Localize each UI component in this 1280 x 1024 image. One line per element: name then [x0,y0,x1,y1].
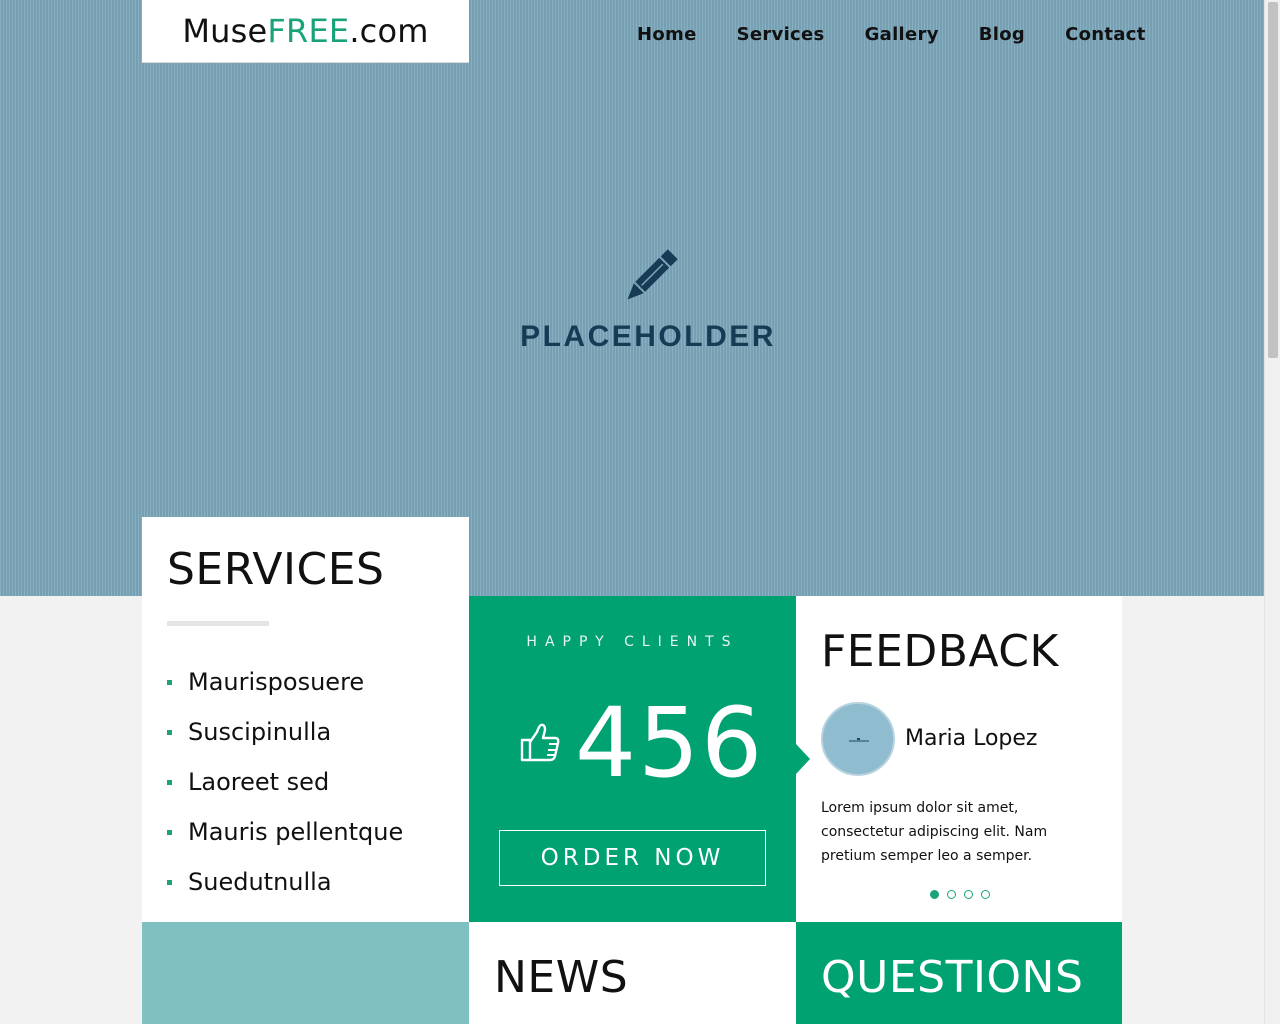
reviewer-name: Maria Lopez [905,726,1038,751]
hero-placeholder: PLACEHOLDER [520,246,776,366]
mini-pencil-icon [849,738,869,742]
service-item[interactable]: Suedutnulla [167,857,403,907]
placeholder-text: PLACEHOLDER [520,320,776,353]
feedback-title: FEEDBACK [821,626,1059,677]
bullet-icon [167,729,172,735]
order-now-button[interactable]: ORDER NOW [499,830,766,886]
service-label: Maurisposuere [188,668,365,696]
news-title: NEWS [494,952,629,1003]
scrollbar-thumb[interactable] [1268,2,1278,358]
service-label: Suscipinulla [188,718,332,746]
image-block [142,922,469,1024]
services-title: SERVICES [167,544,385,595]
logo-accent: FREE [267,12,350,50]
feedback-panel: FEEDBACK Maria Lopez Lorem ipsum dolor s… [796,596,1122,922]
panel-arrow [796,744,810,774]
site-logo[interactable]: Muse FREE .com [142,0,469,63]
pencil-icon [627,249,678,300]
carousel-dots [930,890,998,899]
service-item[interactable]: Mauris pellentque [167,807,403,857]
bullet-icon [167,679,172,685]
nav-services[interactable]: Services [737,22,825,48]
nav-contact[interactable]: Contact [1065,22,1146,48]
services-list: Maurisposuere Suscipinulla Laoreet sed M… [167,657,403,907]
service-item[interactable]: Maurisposuere [167,657,403,707]
services-panel: SERVICES Maurisposuere Suscipinulla Laor… [142,517,469,922]
avatar [821,702,895,776]
main-nav: Home Services Gallery Blog Contact [637,22,1146,48]
bullet-icon [167,879,172,885]
bullet-icon [167,779,172,785]
service-label: Mauris pellentque [188,818,404,846]
nav-home[interactable]: Home [637,22,697,48]
happy-clients-panel: HAPPY CLIENTS 456 ORDER NOW [469,596,810,922]
nav-blog[interactable]: Blog [979,22,1025,48]
carousel-dot-2[interactable] [947,890,956,899]
logo-prefix: Muse [182,12,268,50]
thumbs-up-icon [520,723,560,762]
bullet-icon [167,829,172,835]
client-count: 456 [575,687,765,799]
carousel-dot-3[interactable] [964,890,973,899]
carousel-dot-4[interactable] [981,890,990,899]
service-label: Suedutnulla [188,868,332,896]
service-item[interactable]: Suscipinulla [167,707,403,757]
service-item[interactable]: Laoreet sed [167,757,403,807]
service-label: Laoreet sed [188,768,330,796]
questions-panel: QUESTIONS [796,922,1122,1024]
news-panel: NEWS [469,922,796,1024]
client-counter: 456 [519,688,764,798]
services-divider [167,621,269,626]
vertical-scrollbar[interactable] [1264,0,1280,1024]
logo-suffix: .com [349,12,429,50]
nav-gallery[interactable]: Gallery [865,22,939,48]
feedback-quote: Lorem ipsum dolor sit amet, consectetur … [821,800,1048,864]
carousel-dot-1[interactable] [930,890,939,899]
questions-title: QUESTIONS [821,952,1084,1003]
happy-clients-label: HAPPY CLIENTS [526,634,739,650]
